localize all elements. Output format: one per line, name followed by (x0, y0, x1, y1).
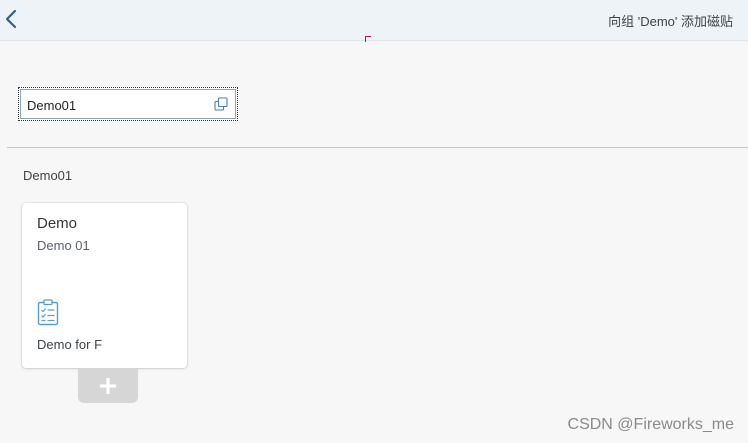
page-title: 向组 'Demo' 添加磁贴 (608, 14, 733, 29)
chevron-left-icon (5, 9, 17, 29)
watermark: CSDN @Fireworks_me (567, 416, 734, 433)
search-field[interactable] (18, 87, 238, 121)
tile-subtitle: Demo 01 (37, 238, 90, 253)
tile-title: Demo (37, 215, 78, 232)
app-tile[interactable]: Demo Demo 01 Demo for F (22, 203, 187, 368)
plus-icon (100, 378, 116, 394)
clipboard-task-list-icon (37, 299, 59, 326)
group-title: Demo01 (23, 168, 73, 183)
add-tile-button[interactable] (78, 369, 138, 403)
open-in-new-window-icon[interactable] (214, 97, 228, 111)
focus-marker (365, 36, 371, 42)
tile-footer: Demo for F (37, 337, 103, 352)
search-input[interactable] (27, 96, 207, 114)
shell-header: 向组 'Demo' 添加磁贴 (0, 0, 748, 41)
section-divider (7, 147, 748, 148)
back-button[interactable] (2, 7, 20, 31)
